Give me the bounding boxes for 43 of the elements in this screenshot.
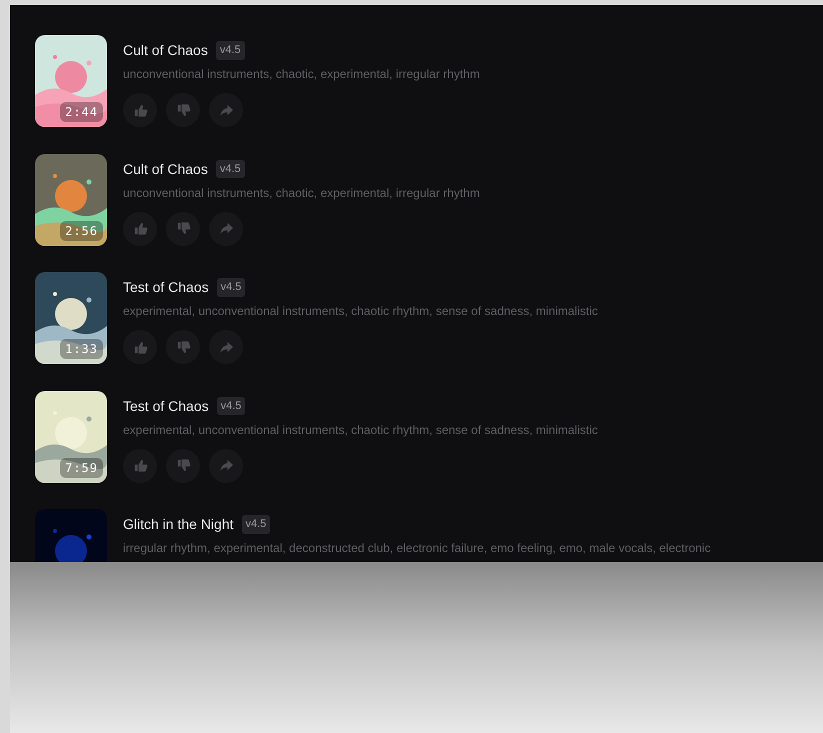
version-tag: v4.5 <box>216 41 245 60</box>
like-button[interactable] <box>123 448 157 482</box>
version-tag: v4.5 <box>216 396 246 416</box>
thumbs-down-icon <box>176 221 190 236</box>
style-tags: unconventional instruments, chaotic, experimental, irregular rhythm <box>123 184 480 202</box>
share-arrow-icon <box>218 458 234 473</box>
song-title[interactable]: Cult of Chaos <box>123 40 208 61</box>
share-button[interactable] <box>209 212 243 246</box>
style-tags: irregular rhythm, experimental, deconstructed club, electronic failure, emo feeling, emo, male vocals, electronic <box>123 539 711 557</box>
thumbs-up-icon <box>132 221 148 236</box>
style-tags: unconventional instruments, chaotic, experimental, irregular rhythm <box>123 65 480 83</box>
share-button[interactable] <box>209 448 243 482</box>
like-button[interactable] <box>123 93 157 127</box>
dislike-button[interactable] <box>166 93 200 127</box>
duration-label: 1:33 <box>60 339 103 359</box>
duration-label: 2:44 <box>60 102 103 122</box>
thumbs-down-icon <box>176 102 190 118</box>
share-button[interactable] <box>209 93 243 127</box>
version-tag: v4.5 <box>216 160 245 178</box>
style-tags: experimental, unconventional instruments, chaotic rhythm, sense of sadness, minimalistic <box>123 302 598 320</box>
version-tag: v4.5 <box>242 515 270 534</box>
song-title[interactable]: Cult of Chaos <box>123 158 208 180</box>
style-tags: experimental, unconventional instruments, chaotic rhythm, sense of sadness, minimalistic <box>123 420 598 438</box>
thumbs-down-icon <box>176 458 190 473</box>
share-arrow-icon <box>218 221 234 236</box>
song-title[interactable]: Test of Chaos <box>123 277 209 298</box>
share-arrow-icon <box>218 102 234 118</box>
like-button[interactable] <box>123 330 157 364</box>
dislike-button[interactable] <box>166 330 200 364</box>
thumbs-down-icon <box>176 340 190 354</box>
thumbs-up-icon <box>132 102 148 118</box>
song-title[interactable]: Glitch in the Night <box>123 514 234 535</box>
thumbs-up-icon <box>132 458 148 473</box>
dislike-button[interactable] <box>166 448 200 482</box>
duration-label: 7:59 <box>60 458 103 478</box>
like-button[interactable] <box>123 212 157 246</box>
share-arrow-icon <box>218 340 234 354</box>
dislike-button[interactable] <box>166 212 200 246</box>
thumbs-up-icon <box>132 340 148 354</box>
share-button[interactable] <box>209 330 243 364</box>
song-title[interactable]: Test of Chaos <box>123 396 209 416</box>
duration-label: 2:56 <box>60 220 103 240</box>
version-tag: v4.5 <box>216 278 246 297</box>
